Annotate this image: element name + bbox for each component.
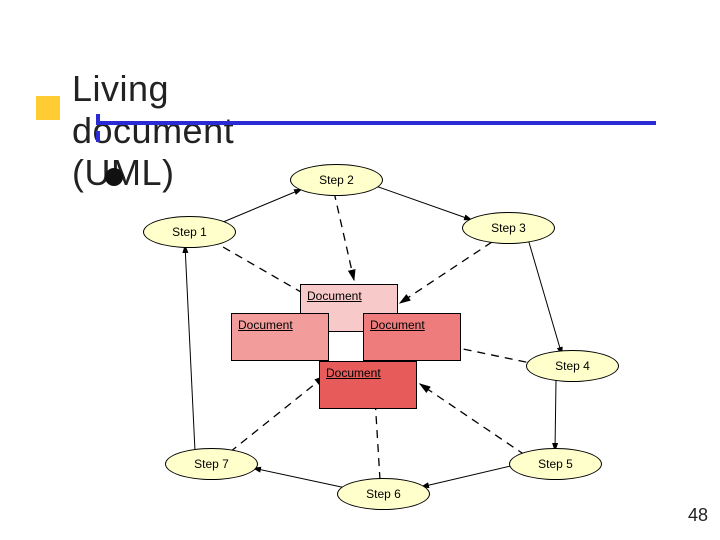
- document-label: Document: [326, 366, 381, 380]
- step-2-node: Step 2: [290, 164, 383, 196]
- step-7-node: Step 7: [165, 448, 258, 480]
- page-number: 48: [688, 505, 708, 526]
- document-box: Document: [231, 313, 329, 361]
- step-5-label: Step 5: [538, 457, 573, 471]
- step-5-node: Step 5: [509, 448, 602, 480]
- document-label: Document: [307, 289, 362, 303]
- step-1-label: Step 1: [172, 225, 207, 239]
- step-2-label: Step 2: [319, 173, 354, 187]
- slide: Living document (UML) Ste: [0, 0, 720, 540]
- document-label: Document: [370, 318, 425, 332]
- step-7-label: Step 7: [194, 457, 229, 471]
- diagram-arrows: [0, 0, 720, 540]
- step-4-node: Step 4: [526, 350, 619, 382]
- step-3-node: Step 3: [462, 212, 555, 244]
- step-6-label: Step 6: [366, 487, 401, 501]
- document-box: Document: [363, 313, 461, 361]
- step-3-label: Step 3: [491, 221, 526, 235]
- document-label: Document: [238, 318, 293, 332]
- document-box: Document: [319, 361, 417, 409]
- step-6-node: Step 6: [337, 478, 430, 510]
- step-1-node: Step 1: [143, 216, 236, 248]
- step-4-label: Step 4: [555, 359, 590, 373]
